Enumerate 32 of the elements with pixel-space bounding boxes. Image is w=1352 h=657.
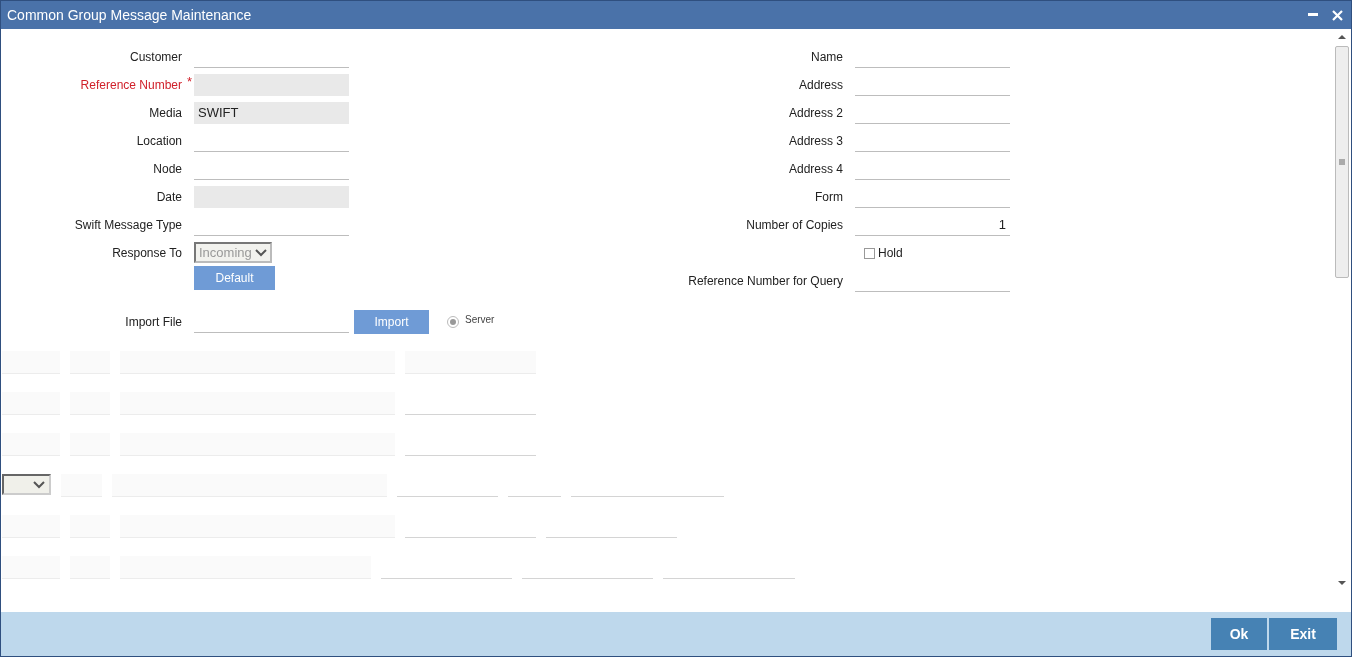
scroll-down-icon[interactable] — [1338, 580, 1346, 586]
caret-icon — [33, 480, 45, 489]
footer-button[interactable]: Exit — [1269, 618, 1337, 650]
field-label: Address — [797, 78, 843, 92]
field-label: Address 4 — [787, 162, 843, 176]
field-label: Media — [148, 106, 182, 120]
select-field[interactable] — [2, 474, 51, 495]
field-label: Node — [152, 162, 182, 176]
field-label: Name — [810, 50, 843, 64]
scroll-thumb[interactable] — [1335, 46, 1349, 278]
field-label: Swift Message Type — [73, 218, 182, 232]
field-label: Form — [814, 190, 843, 204]
field-label: Date — [155, 190, 182, 204]
field-label: Number of Copies — [745, 218, 843, 232]
radio-label: Server — [465, 313, 495, 325]
checkbox-label: Hold — [878, 246, 903, 260]
required-mark: * — [186, 74, 192, 89]
checkbox[interactable] — [864, 247, 875, 259]
field-label: Address 3 — [787, 134, 843, 148]
grip-icon — [1339, 159, 1345, 165]
scroll-up-icon[interactable] — [1338, 34, 1346, 40]
field-label: Customer — [129, 50, 182, 64]
field-label: Import File — [124, 315, 182, 329]
footer-button[interactable]: Ok — [1211, 618, 1267, 650]
field-label: Reference Number for Query — [687, 274, 843, 288]
caret-icon — [255, 248, 267, 257]
minimize-icon[interactable] — [1308, 13, 1318, 17]
field-label: Location — [135, 134, 182, 148]
field-label: Response To — [111, 245, 182, 260]
field-label: Address 2 — [787, 106, 843, 120]
close-icon[interactable] — [1332, 9, 1343, 21]
window-title: Common Group Message Maintenance — [7, 7, 252, 23]
